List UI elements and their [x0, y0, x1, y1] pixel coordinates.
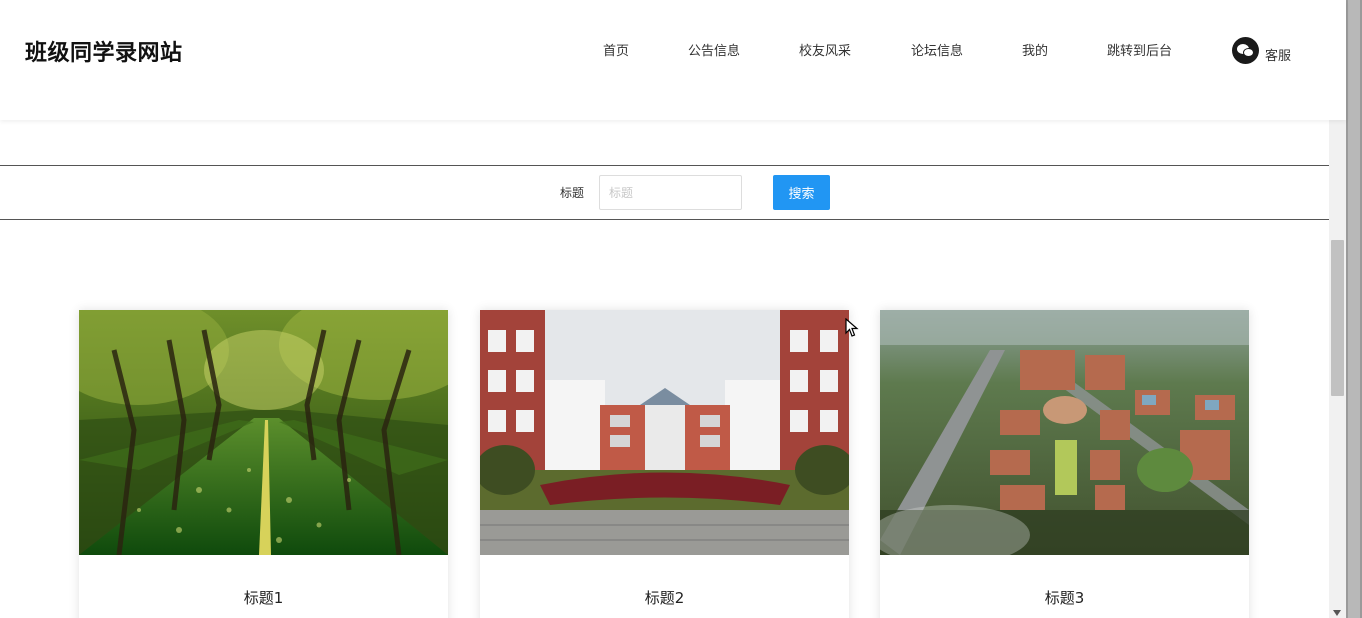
scroll-down-arrow-icon[interactable]: [1333, 610, 1341, 616]
card-1[interactable]: 标题1: [79, 310, 448, 618]
card-image[interactable]: [880, 310, 1249, 555]
header: 班级同学录网站 首页 公告信息 校友风采 论坛信息 我的 跳转到后台 客服: [0, 0, 1346, 120]
page: 班级同学录网站 首页 公告信息 校友风采 论坛信息 我的 跳转到后台 客服 标题…: [0, 0, 1362, 618]
card-title[interactable]: 标题1: [79, 587, 448, 608]
page-scrollbar[interactable]: [1329, 102, 1346, 618]
scrollbar-thumb[interactable]: [1331, 240, 1344, 396]
card-title[interactable]: 标题2: [480, 587, 849, 608]
window-edge-inner: [1348, 0, 1360, 618]
site-title: 班级同学录网站: [25, 41, 183, 66]
search-title-input[interactable]: [599, 175, 742, 210]
nav-forum[interactable]: 论坛信息: [911, 40, 963, 59]
nav-admin[interactable]: 跳转到后台: [1107, 40, 1172, 59]
wechat-icon: [1232, 37, 1259, 64]
search-button[interactable]: 搜索: [773, 175, 830, 210]
customer-service-button[interactable]: 客服: [1232, 37, 1291, 64]
card-3[interactable]: 标题3: [880, 310, 1249, 618]
nav-alumni[interactable]: 校友风采: [799, 40, 851, 59]
search-title-label: 标题: [560, 186, 585, 200]
card-image[interactable]: [79, 310, 448, 555]
card-title[interactable]: 标题3: [880, 587, 1249, 608]
nav-mine[interactable]: 我的: [1022, 40, 1048, 59]
customer-service-label: 客服: [1265, 49, 1292, 64]
card-image[interactable]: [480, 310, 849, 555]
card-2[interactable]: 标题2: [480, 310, 849, 618]
search-bar: 标题 搜索: [0, 165, 1330, 220]
nav-notices[interactable]: 公告信息: [688, 40, 740, 59]
nav-home[interactable]: 首页: [603, 40, 629, 59]
